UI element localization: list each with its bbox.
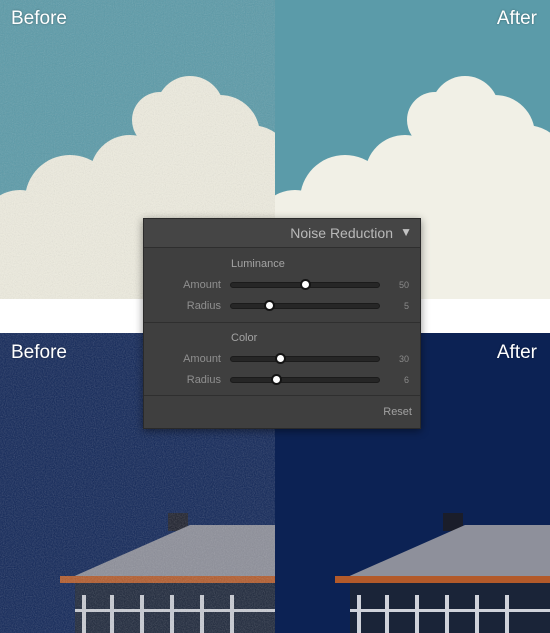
reset-button[interactable]: Reset bbox=[383, 406, 412, 418]
slider-thumb[interactable] bbox=[274, 353, 286, 364]
luminance-amount-label: Amount bbox=[183, 279, 221, 291]
before-label-bottom: Before bbox=[11, 342, 67, 363]
luminance-radius-label: Radius bbox=[186, 300, 221, 312]
slider-thumb[interactable] bbox=[263, 300, 275, 311]
luminance-section-label: Luminance bbox=[231, 258, 285, 270]
slider-thumb[interactable] bbox=[270, 374, 282, 385]
color-amount-value[interactable]: 30 bbox=[392, 354, 409, 364]
color-radius-label: Radius bbox=[186, 374, 221, 386]
before-label-top: Before bbox=[11, 8, 67, 29]
color-section-label: Color bbox=[231, 332, 258, 344]
after-label-top: After bbox=[496, 8, 537, 29]
section-divider bbox=[144, 395, 420, 396]
luminance-amount-slider[interactable] bbox=[230, 279, 380, 290]
section-divider bbox=[144, 322, 420, 323]
noise-reduction-panel: Noise Reduction ▼ Luminance Amount 50 Ra… bbox=[143, 218, 421, 429]
slider-thumb[interactable] bbox=[299, 279, 311, 290]
panel-header[interactable]: Noise Reduction ▼ bbox=[144, 219, 420, 248]
color-radius-value[interactable]: 6 bbox=[392, 375, 409, 385]
color-amount-slider[interactable] bbox=[230, 353, 380, 364]
color-radius-slider[interactable] bbox=[230, 374, 380, 385]
luminance-radius-value[interactable]: 5 bbox=[392, 301, 409, 311]
after-label-bottom: After bbox=[496, 342, 537, 363]
panel-title: Noise Reduction bbox=[290, 225, 393, 241]
luminance-radius-slider[interactable] bbox=[230, 300, 380, 311]
color-amount-label: Amount bbox=[183, 353, 221, 365]
luminance-amount-value[interactable]: 50 bbox=[392, 280, 409, 290]
triangle-down-icon[interactable]: ▼ bbox=[400, 225, 412, 239]
